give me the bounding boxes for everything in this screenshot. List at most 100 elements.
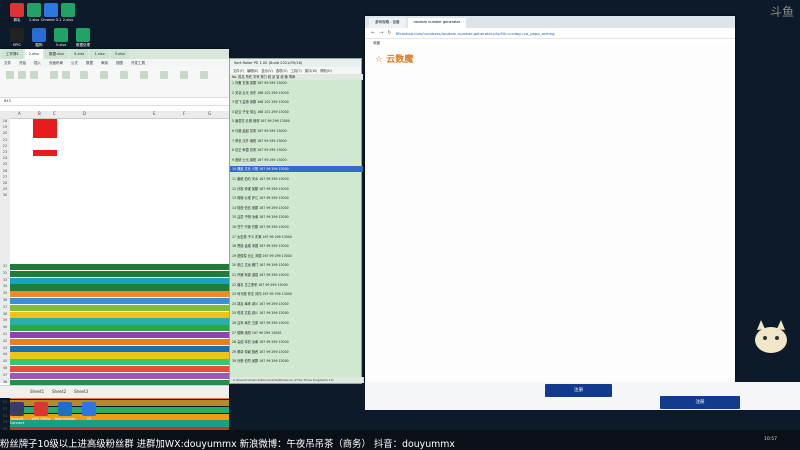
register-button-2[interactable]: 注册 xyxy=(660,396,740,409)
column-header[interactable]: D xyxy=(83,111,86,116)
list-row[interactable]: 14 陆逊 伯言 吴郡 167 99 299 13000 xyxy=(230,205,363,210)
menu-item[interactable]: 开发工具 xyxy=(131,61,145,66)
menu-item[interactable]: 显示(V) xyxy=(261,68,272,73)
browser-tab[interactable]: random number generator xyxy=(407,18,467,28)
forward-icon[interactable]: → xyxy=(379,30,383,36)
list-row[interactable]: 24 郭嘉 奉孝 颍川 167 99 299 13000 xyxy=(230,301,363,306)
data-row[interactable] xyxy=(10,352,229,359)
data-row[interactable] xyxy=(10,291,229,298)
list-row[interactable]: 18 曹操 孟德 沛国 167 99 299 13000 xyxy=(230,243,363,248)
data-row[interactable] xyxy=(10,366,229,373)
list-row[interactable]: 10 魏延 文长 义阳 167 99 299 13000 xyxy=(230,166,363,172)
highlighted-cell[interactable] xyxy=(33,150,57,157)
row-number[interactable]: 18 xyxy=(0,119,10,123)
row-number[interactable]: 36 xyxy=(0,298,10,302)
data-row[interactable] xyxy=(10,277,229,284)
list-row[interactable]: 2 关羽 云长 河东 168 101 299 13000 xyxy=(230,90,363,95)
row-number[interactable]: 46 xyxy=(0,366,10,370)
list-row[interactable]: 17 太史慈 子义 东莱 167 99 299 13000 xyxy=(230,234,363,239)
menu-item[interactable]: 审阅 xyxy=(101,61,108,66)
list-row[interactable]: 25 荀彧 文若 颍川 167 99 299 13000 xyxy=(230,310,363,315)
data-row[interactable] xyxy=(10,270,229,277)
spreadsheet-grid[interactable]: A B C D E F G 18 19 20 21 22 23 24 25 26 27 28 29 30 31 32 33… xyxy=(0,111,229,434)
row-number[interactable]: 27 xyxy=(0,175,10,179)
list-row[interactable]: 3 张飞 益德 涿郡 168 101 299 13000 xyxy=(230,99,363,104)
data-row[interactable] xyxy=(10,304,229,311)
column-header[interactable]: A xyxy=(18,111,21,116)
data-row[interactable] xyxy=(10,359,229,366)
list-row[interactable]: 5 诸葛亮 孔明 琅邪 167 99 299 13000 xyxy=(230,118,363,123)
row-number[interactable]: 35 xyxy=(0,291,10,295)
list-row[interactable]: 23 司马懿 仲达 河内 167 99 299 13000 xyxy=(230,291,363,296)
row-number[interactable]: 22 xyxy=(0,144,10,148)
sheet-tab[interactable]: Sheet2 xyxy=(52,389,66,394)
desktop-icon[interactable]: 数据处理 xyxy=(70,28,96,47)
menu-item[interactable]: 数据 xyxy=(86,61,93,66)
address-bar[interactable]: ← → ↻ fffcashao.com/numbers/random-numbe… xyxy=(365,28,735,39)
desktop-icon[interactable]: VR xyxy=(76,402,102,421)
row-number[interactable]: 40 xyxy=(0,325,10,329)
list-row[interactable]: 12 孙权 仲谋 吴郡 167 99 299 13000 xyxy=(230,186,363,191)
row-number[interactable]: 21 xyxy=(0,138,10,142)
officer-list[interactable]: 1 刘备 玄德 涿郡 167 99 299 13000 2 关羽 云长 河东 16… xyxy=(230,80,363,370)
list-row[interactable]: 16 甘宁 兴霸 巴郡 167 99 299 13000 xyxy=(230,224,363,229)
row-number[interactable]: 29 xyxy=(0,187,10,191)
column-header[interactable]: B xyxy=(38,111,41,116)
workbook-tab[interactable]: 2.xlsx xyxy=(24,49,44,59)
list-row[interactable]: 21 许褚 仲康 谯县 167 99 299 13000 xyxy=(230,272,363,277)
row-number[interactable]: 42 xyxy=(0,339,10,343)
desktop-icon[interactable]: WPS Office xyxy=(28,402,54,421)
list-row[interactable]: 4 赵云 子龙 常山 168 101 299 13000 xyxy=(230,109,363,114)
menu-item[interactable]: 文件 xyxy=(4,61,11,66)
column-header[interactable]: E xyxy=(153,111,156,116)
list-row[interactable]: 6 马超 孟起 扶风 167 99 299 13000 xyxy=(230,128,363,133)
data-row[interactable] xyxy=(10,264,229,271)
row-number[interactable]: 28 xyxy=(0,181,10,185)
data-row[interactable] xyxy=(10,372,229,379)
menu-item[interactable]: 页面布局 xyxy=(49,61,63,66)
workbook-tab[interactable]: 1.xlsx xyxy=(90,49,109,59)
list-row[interactable]: 30 孙策 伯符 吴郡 167 99 299 13000 xyxy=(230,358,363,363)
row-number[interactable]: 23 xyxy=(0,150,10,154)
workbook-tab[interactable]: 工作簿1 xyxy=(2,49,23,59)
row-number[interactable]: 43 xyxy=(0,346,10,350)
row-number[interactable]: 26 xyxy=(0,169,10,173)
browser-tab[interactable]: 游戏攻略 - 百度 xyxy=(369,18,406,28)
row-number[interactable]: 48 xyxy=(0,380,10,384)
row-number[interactable]: 24 xyxy=(0,156,10,160)
row-number[interactable]: 37 xyxy=(0,305,10,309)
menu-item[interactable]: 开始 xyxy=(19,61,26,66)
list-row[interactable]: 28 袁绍 本初 汝南 167 99 299 13000 xyxy=(230,339,363,344)
sheet-tab[interactable]: Sheet3 xyxy=(74,389,88,394)
menu-item[interactable]: 插入 xyxy=(34,61,41,66)
register-button-1[interactable]: 注册 xyxy=(545,384,612,397)
row-number[interactable]: 45 xyxy=(0,359,10,363)
workbook-tab[interactable]: 5.xlsx xyxy=(70,49,89,59)
row-number[interactable]: 38 xyxy=(0,312,10,316)
list-row[interactable]: 9 庞统 士元 襄阳 167 99 299 13000 xyxy=(230,157,363,162)
list-row[interactable]: 15 吕蒙 子明 汝南 167 99 299 13000 xyxy=(230,214,363,219)
row-number[interactable]: 31 xyxy=(0,264,10,268)
highlighted-cell[interactable] xyxy=(33,131,57,138)
list-row[interactable]: 27 貂蝉 洛阳 167 99 299 13000 xyxy=(230,330,363,335)
menu-item[interactable]: 选项(O) xyxy=(276,68,288,73)
column-header[interactable]: C xyxy=(53,111,56,116)
data-row[interactable] xyxy=(10,311,229,318)
desktop-icon[interactable]: 2.xlsx xyxy=(55,3,81,22)
data-row[interactable] xyxy=(10,298,229,305)
list-row[interactable]: 1 刘备 玄德 涿郡 167 99 299 13000 xyxy=(230,80,363,85)
row-number[interactable]: 33 xyxy=(0,278,10,282)
row-number[interactable]: 44 xyxy=(0,352,10,356)
menu-item[interactable]: 窗口(W) xyxy=(305,68,317,73)
menu-item[interactable]: 工具(T) xyxy=(291,68,302,73)
sheet-tabs[interactable]: Sheet1 Sheet2 Sheet3 xyxy=(0,385,229,398)
data-row[interactable] xyxy=(10,420,229,427)
data-row[interactable] xyxy=(10,325,229,332)
row-number[interactable]: 30 xyxy=(0,193,10,197)
row-number[interactable]: 39 xyxy=(0,318,10,322)
workbook-tab[interactable]: 数据.xlsx xyxy=(45,49,69,59)
menu-item[interactable]: 文件(F) xyxy=(233,68,244,73)
list-row[interactable]: 20 张辽 文远 雁门 167 99 299 13000 xyxy=(230,262,363,267)
row-number[interactable]: 32 xyxy=(0,271,10,275)
row-number[interactable]: 34 xyxy=(0,284,10,288)
